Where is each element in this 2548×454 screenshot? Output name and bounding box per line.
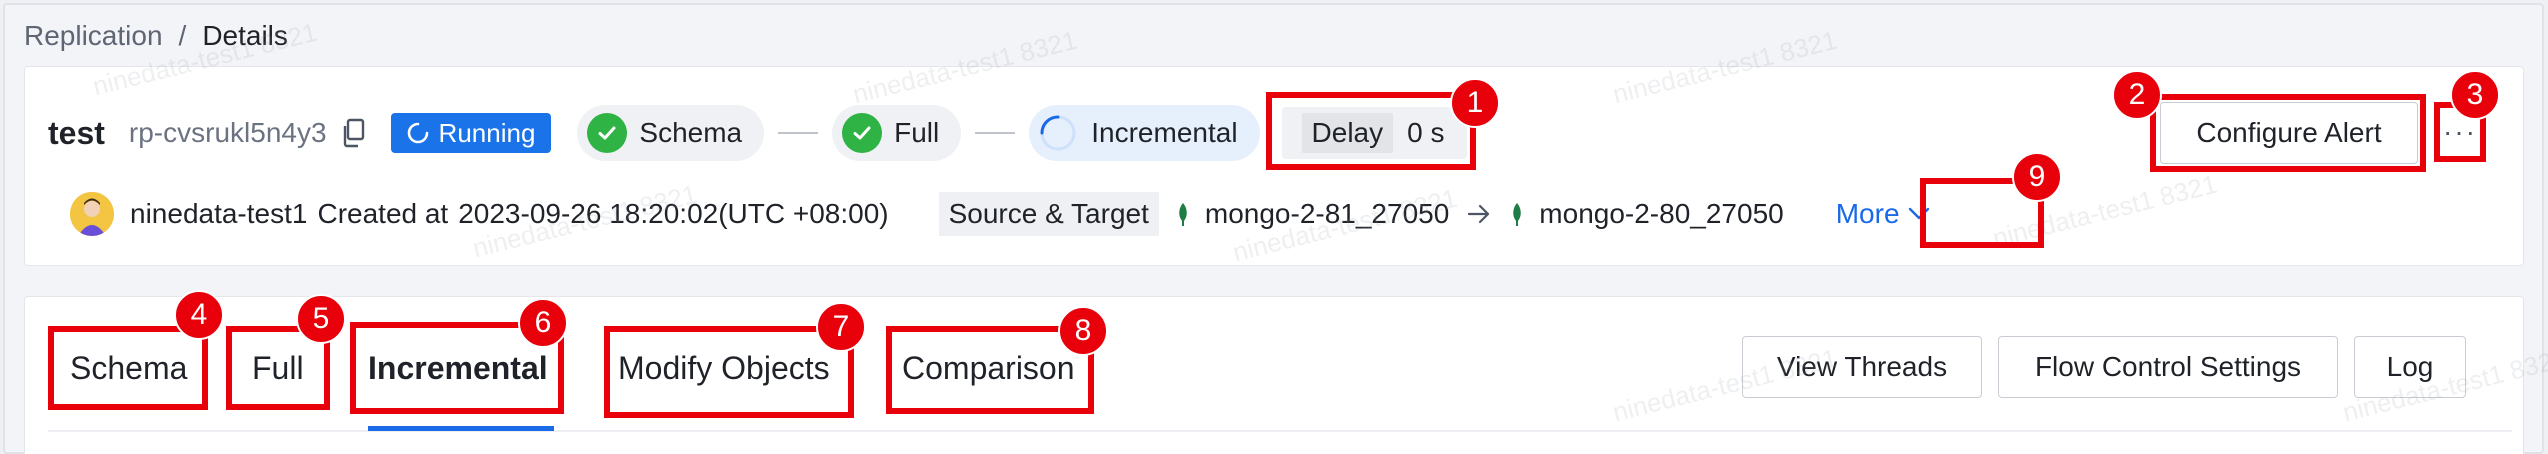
arrow-right-icon: [1467, 204, 1491, 224]
source-name: mongo-2-81_27050: [1204, 198, 1450, 229]
source-target-label: Source & Target: [938, 192, 1159, 236]
view-threads-button[interactable]: View Threads: [1742, 336, 1982, 398]
delay-label: Delay: [1301, 113, 1394, 153]
breadcrumb-replication-link[interactable]: Replication: [24, 20, 163, 52]
mongodb-leaf-icon: [1175, 202, 1191, 226]
breadcrumb: Replication / Details: [24, 14, 288, 58]
breadcrumb-current: Details: [202, 20, 288, 51]
source-datasource[interactable]: mongo-2-81_27050: [1175, 198, 1449, 230]
owner-name: ninedata-test1: [130, 198, 308, 229]
target-name: mongo-2-80_27050: [1539, 198, 1784, 229]
mongodb-leaf-icon: [1509, 202, 1525, 226]
copy-icon[interactable]: [341, 118, 367, 148]
breadcrumb-separator: /: [178, 20, 187, 51]
status-badge: Running: [390, 113, 552, 153]
delay-indicator: Delay 0 s: [1281, 107, 1467, 159]
target-datasource[interactable]: mongo-2-80_27050: [1509, 198, 1784, 230]
stage-label: Incremental: [1091, 117, 1238, 148]
task-summary-row: test rp-cvsrukl5n4y3 Running Schema Full…: [48, 100, 1467, 166]
created-label: Created at: [317, 198, 449, 229]
more-label: More: [1835, 198, 1900, 229]
stage-connector: [975, 132, 1016, 134]
log-button[interactable]: Log: [2354, 336, 2466, 398]
progress-spinner-icon: [1039, 114, 1077, 152]
chevron-down-icon: [1908, 206, 1930, 222]
tab-incremental[interactable]: Incremental: [368, 340, 548, 396]
task-name: test: [48, 114, 105, 151]
task-id: rp-cvsrukl5n4y3: [128, 117, 327, 148]
check-circle-icon: [842, 113, 883, 153]
more-details-link[interactable]: More: [1836, 198, 1930, 230]
check-circle-icon: [587, 113, 628, 153]
stage-schema: Schema: [577, 105, 765, 161]
status-label: Running: [438, 117, 536, 148]
stage-full: Full: [832, 105, 962, 161]
stage-label: Full: [894, 117, 940, 148]
avatar: [70, 192, 114, 236]
flow-control-settings-button[interactable]: Flow Control Settings: [1998, 336, 2338, 398]
task-meta-row: ninedata-test1 Created at 2023-09-26 18:…: [70, 188, 1930, 240]
created-time: 2023-09-26 18:20:02(UTC +08:00): [458, 198, 889, 229]
tab-schema[interactable]: Schema: [70, 340, 187, 396]
configure-alert-button[interactable]: Configure Alert: [2160, 102, 2418, 164]
more-actions-button[interactable]: ···: [2434, 102, 2486, 162]
stage-label: Schema: [639, 117, 743, 148]
active-tab-indicator: [368, 426, 554, 431]
loading-icon: [407, 122, 429, 144]
tab-modify-objects[interactable]: Modify Objects: [618, 340, 830, 396]
stage-incremental: Incremental: [1029, 105, 1260, 161]
delay-value: 0 s: [1407, 117, 1445, 148]
tab-comparison[interactable]: Comparison: [902, 340, 1075, 396]
tab-full[interactable]: Full: [252, 340, 304, 396]
stage-connector: [778, 132, 819, 134]
